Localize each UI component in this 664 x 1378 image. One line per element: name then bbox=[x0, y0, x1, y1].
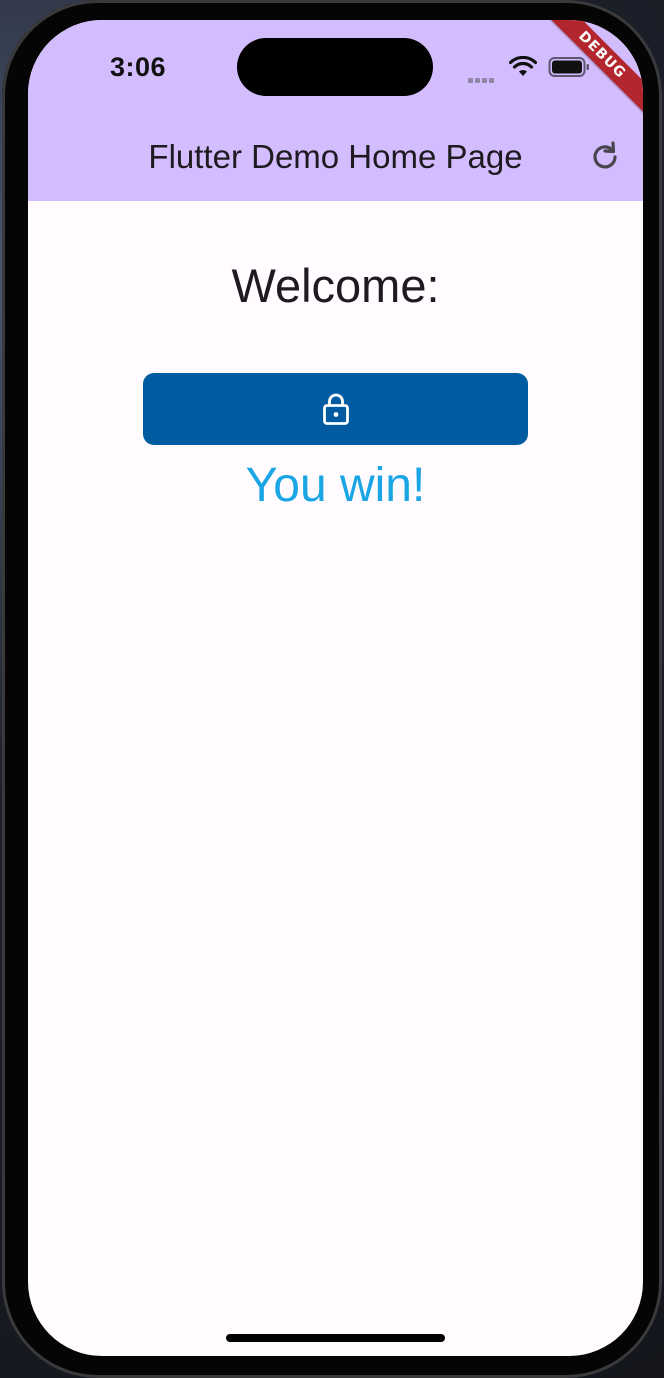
lock-icon bbox=[322, 393, 349, 425]
lock-button[interactable] bbox=[143, 373, 528, 445]
app-screen: 3:06 DEBUG Flutter Demo Home Page Welcom… bbox=[28, 20, 643, 1356]
dynamic-island bbox=[237, 38, 433, 96]
page-title: Flutter Demo Home Page bbox=[148, 138, 523, 175]
result-message: You win! bbox=[245, 459, 426, 512]
home-indicator[interactable] bbox=[226, 1334, 445, 1342]
status-time: 3:06 bbox=[110, 52, 167, 82]
app-bar: 3:06 DEBUG Flutter Demo Home Page bbox=[28, 20, 643, 201]
device-background: 3:06 DEBUG Flutter Demo Home Page Welcom… bbox=[0, 0, 664, 1378]
phone-frame: 3:06 DEBUG Flutter Demo Home Page Welcom… bbox=[2, 0, 662, 1378]
refresh-icon[interactable] bbox=[588, 140, 622, 174]
welcome-label: Welcome: bbox=[231, 259, 440, 312]
wifi-icon bbox=[509, 56, 537, 76]
cellular-signal-icon bbox=[468, 70, 500, 83]
battery-icon bbox=[548, 57, 589, 77]
